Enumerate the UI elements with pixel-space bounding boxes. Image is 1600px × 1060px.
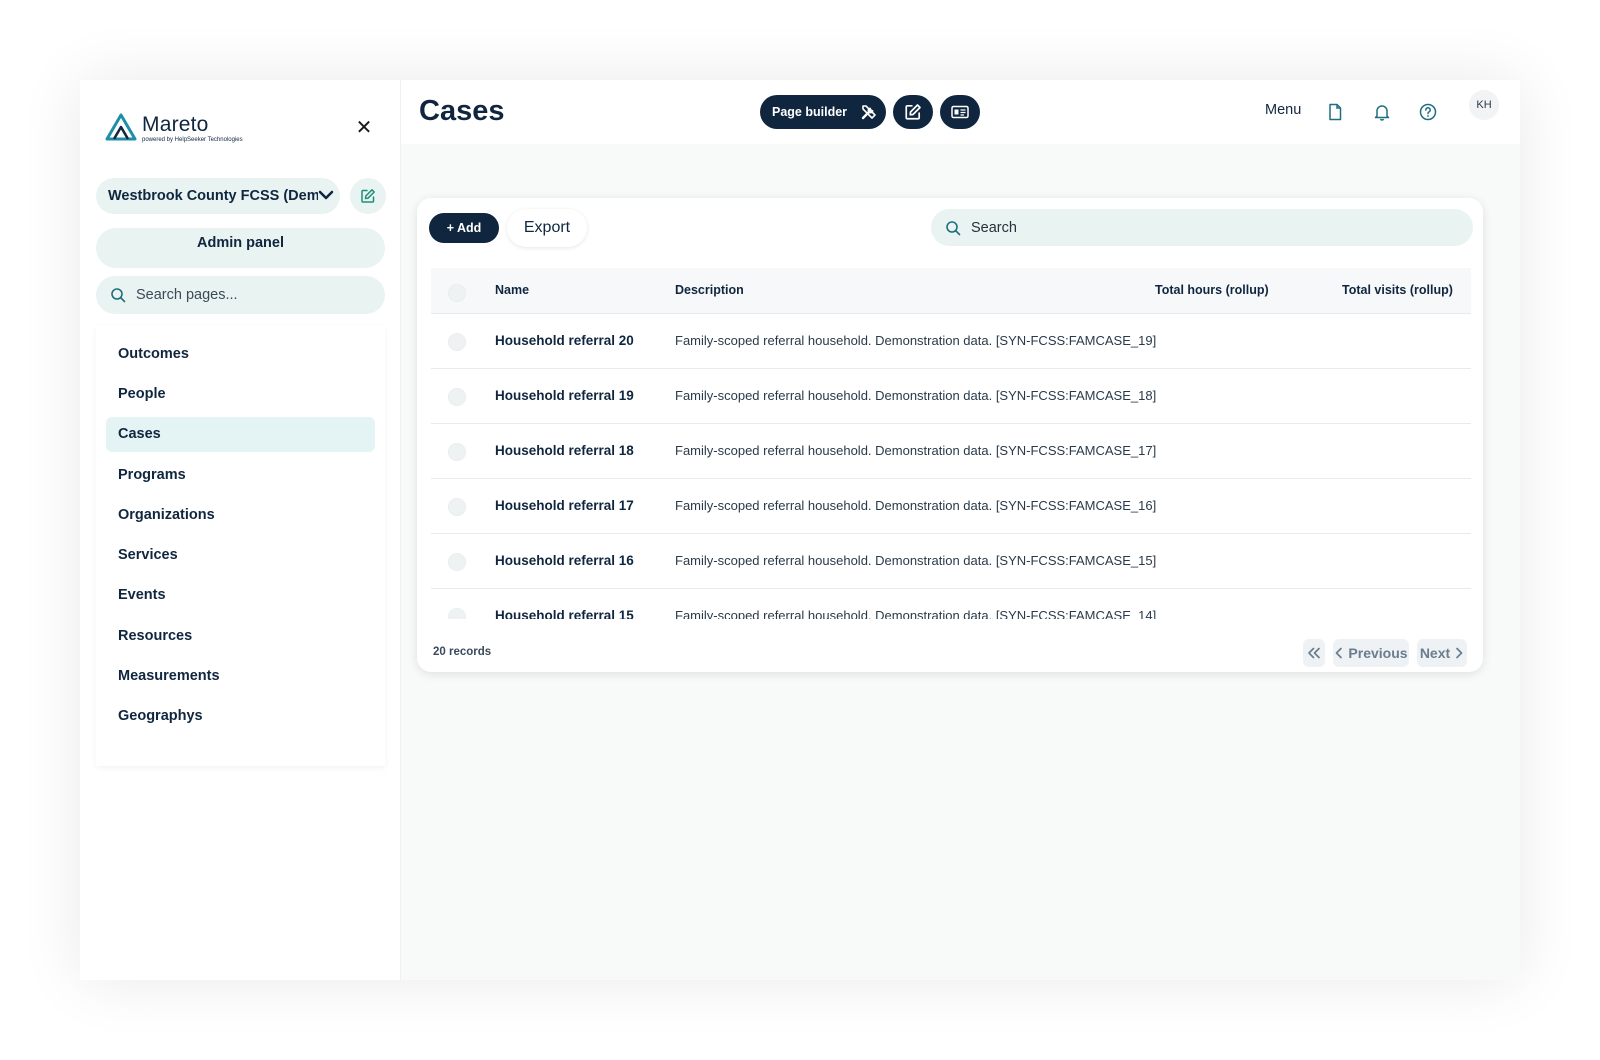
next-page-button[interactable]: Next (1417, 639, 1467, 667)
row-checkbox[interactable] (448, 443, 466, 461)
brand-logo[interactable]: Mareto powered by HelpSeeker Technologie… (104, 112, 243, 144)
table-row[interactable]: Household referral 19 Family-scoped refe… (431, 369, 1471, 424)
sidebar-item-geographys[interactable]: Geographys (106, 699, 375, 734)
sidebar-nav: Outcomes People Cases Programs Organizat… (96, 326, 385, 766)
first-page-button[interactable] (1303, 639, 1325, 667)
search-icon (111, 288, 126, 303)
case-description: Family-scoped referral household. Demons… (675, 498, 1157, 513)
case-name[interactable]: Household referral 19 (495, 388, 634, 403)
column-header-total-visits[interactable]: Total visits (rollup) (1342, 283, 1453, 297)
table-search-field[interactable] (931, 209, 1473, 246)
user-avatar[interactable]: KH (1469, 90, 1499, 120)
double-chevron-left-icon (1308, 647, 1320, 659)
page-search-field[interactable] (96, 276, 385, 314)
notifications-button[interactable] (1370, 100, 1394, 124)
admin-panel-button[interactable]: Admin panel (96, 228, 385, 268)
case-name[interactable]: Household referral 15 (495, 608, 634, 619)
mareto-logo-icon (105, 113, 137, 141)
search-icon (946, 220, 961, 235)
close-sidebar-button[interactable]: ✕ (352, 116, 376, 140)
chevron-right-icon (1456, 647, 1463, 659)
edit-organization-button[interactable] (350, 178, 386, 214)
page-search-input[interactable] (136, 287, 366, 303)
table-row[interactable]: Household referral 17 Family-scoped refe… (431, 479, 1471, 534)
help-button[interactable] (1416, 100, 1440, 124)
brand-tagline: powered by HelpSeeker Technologies (142, 136, 243, 143)
app-window: Mareto powered by HelpSeeker Technologie… (80, 80, 1520, 980)
case-name[interactable]: Household referral 16 (495, 553, 634, 568)
column-header-name[interactable]: Name (495, 283, 529, 297)
table-row[interactable]: Household referral 20 Family-scoped refe… (431, 314, 1471, 369)
main-content: Cases Page builder Menu KH + Add Export … (401, 80, 1520, 980)
row-checkbox[interactable] (448, 333, 466, 351)
case-description: Family-scoped referral household. Demons… (675, 333, 1157, 348)
case-name[interactable]: Household referral 20 (495, 333, 634, 348)
help-circle-icon (1419, 103, 1437, 121)
sidebar-item-measurements[interactable]: Measurements (106, 659, 375, 694)
top-bar: Cases Page builder Menu KH (401, 80, 1520, 144)
add-button[interactable]: + Add (429, 213, 499, 243)
sidebar-item-programs[interactable]: Programs (106, 458, 375, 493)
case-description: Family-scoped referral household. Demons… (675, 443, 1157, 458)
sidebar-item-services[interactable]: Services (106, 538, 375, 573)
cases-table: Name Description Total hours (rollup) To… (431, 268, 1471, 619)
sidebar-item-outcomes[interactable]: Outcomes (106, 337, 375, 372)
table-row[interactable]: Household referral 18 Family-scoped refe… (431, 424, 1471, 479)
sidebar-item-resources[interactable]: Resources (106, 619, 375, 654)
id-card-icon (951, 105, 969, 119)
edit-icon (361, 189, 375, 203)
table-row[interactable]: Household referral 15 Family-scoped refe… (431, 589, 1471, 619)
table-row[interactable]: Household referral 16 Family-scoped refe… (431, 534, 1471, 589)
sidebar-item-organizations[interactable]: Organizations (106, 498, 375, 533)
cases-table-card: + Add Export Name Description Total hour… (417, 198, 1483, 672)
organization-select[interactable]: Westbrook County FCSS (Demonstration) (96, 178, 340, 214)
chevron-down-icon (318, 190, 334, 200)
sidebar: Mareto powered by HelpSeeker Technologie… (80, 80, 401, 980)
previous-label: Previous (1348, 645, 1408, 661)
close-icon: ✕ (355, 117, 373, 139)
case-name[interactable]: Household referral 18 (495, 443, 634, 458)
row-checkbox[interactable] (448, 388, 466, 406)
column-header-total-hours[interactable]: Total hours (rollup) (1155, 283, 1269, 297)
chevron-left-icon (1336, 647, 1343, 659)
page-title: Cases (419, 95, 505, 127)
table-search-input[interactable] (971, 219, 1451, 236)
edit-page-button[interactable] (893, 95, 933, 129)
column-header-description[interactable]: Description (675, 283, 744, 297)
case-description: Family-scoped referral household. Demons… (675, 388, 1157, 403)
records-count: 20 records (433, 646, 492, 658)
sidebar-item-people[interactable]: People (106, 377, 375, 412)
id-card-button[interactable] (940, 95, 980, 129)
table-header: Name Description Total hours (rollup) To… (431, 268, 1471, 314)
previous-page-button[interactable]: Previous (1333, 639, 1409, 667)
edit-icon (905, 104, 921, 120)
tools-icon (861, 105, 876, 120)
case-description: Family-scoped referral household. Demons… (675, 608, 1157, 619)
sidebar-item-events[interactable]: Events (106, 578, 375, 613)
next-label: Next (1419, 645, 1451, 661)
document-button[interactable] (1323, 100, 1347, 124)
page-builder-button[interactable]: Page builder (760, 95, 886, 129)
document-icon (1329, 103, 1342, 121)
menu-link[interactable]: Menu (1265, 102, 1301, 118)
row-checkbox[interactable] (448, 498, 466, 516)
row-checkbox[interactable] (448, 608, 466, 619)
organization-name: Westbrook County FCSS (Demonstration) (108, 188, 318, 204)
export-button[interactable]: Export (507, 209, 587, 247)
case-name[interactable]: Household referral 17 (495, 498, 634, 513)
brand-name: Mareto (142, 112, 209, 136)
row-checkbox[interactable] (448, 553, 466, 571)
bell-icon (1374, 105, 1390, 121)
case-description: Family-scoped referral household. Demons… (675, 553, 1157, 568)
sidebar-item-cases[interactable]: Cases (106, 417, 375, 452)
select-all-checkbox[interactable] (448, 284, 466, 302)
page-builder-label: Page builder (772, 105, 848, 119)
